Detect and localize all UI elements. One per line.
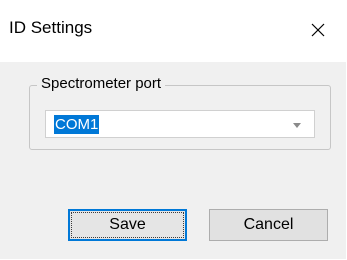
spectrometer-port-dropdown[interactable]: COM1 xyxy=(45,110,315,138)
cancel-button-label: Cancel xyxy=(243,216,294,233)
cancel-button[interactable]: Cancel xyxy=(209,209,328,241)
save-button-label: Save xyxy=(109,216,146,233)
group-legend: Spectrometer port xyxy=(37,75,166,92)
id-settings-dialog: ID Settings Spectrometer port COM1 Save … xyxy=(0,0,346,259)
chevron-down-icon xyxy=(292,120,302,130)
close-icon xyxy=(311,23,325,37)
title-bar: ID Settings xyxy=(0,0,346,62)
close-button[interactable] xyxy=(302,14,334,46)
save-button[interactable]: Save xyxy=(68,209,187,241)
dropdown-selected-value: COM1 xyxy=(54,115,100,134)
dialog-title: ID Settings xyxy=(9,18,93,37)
